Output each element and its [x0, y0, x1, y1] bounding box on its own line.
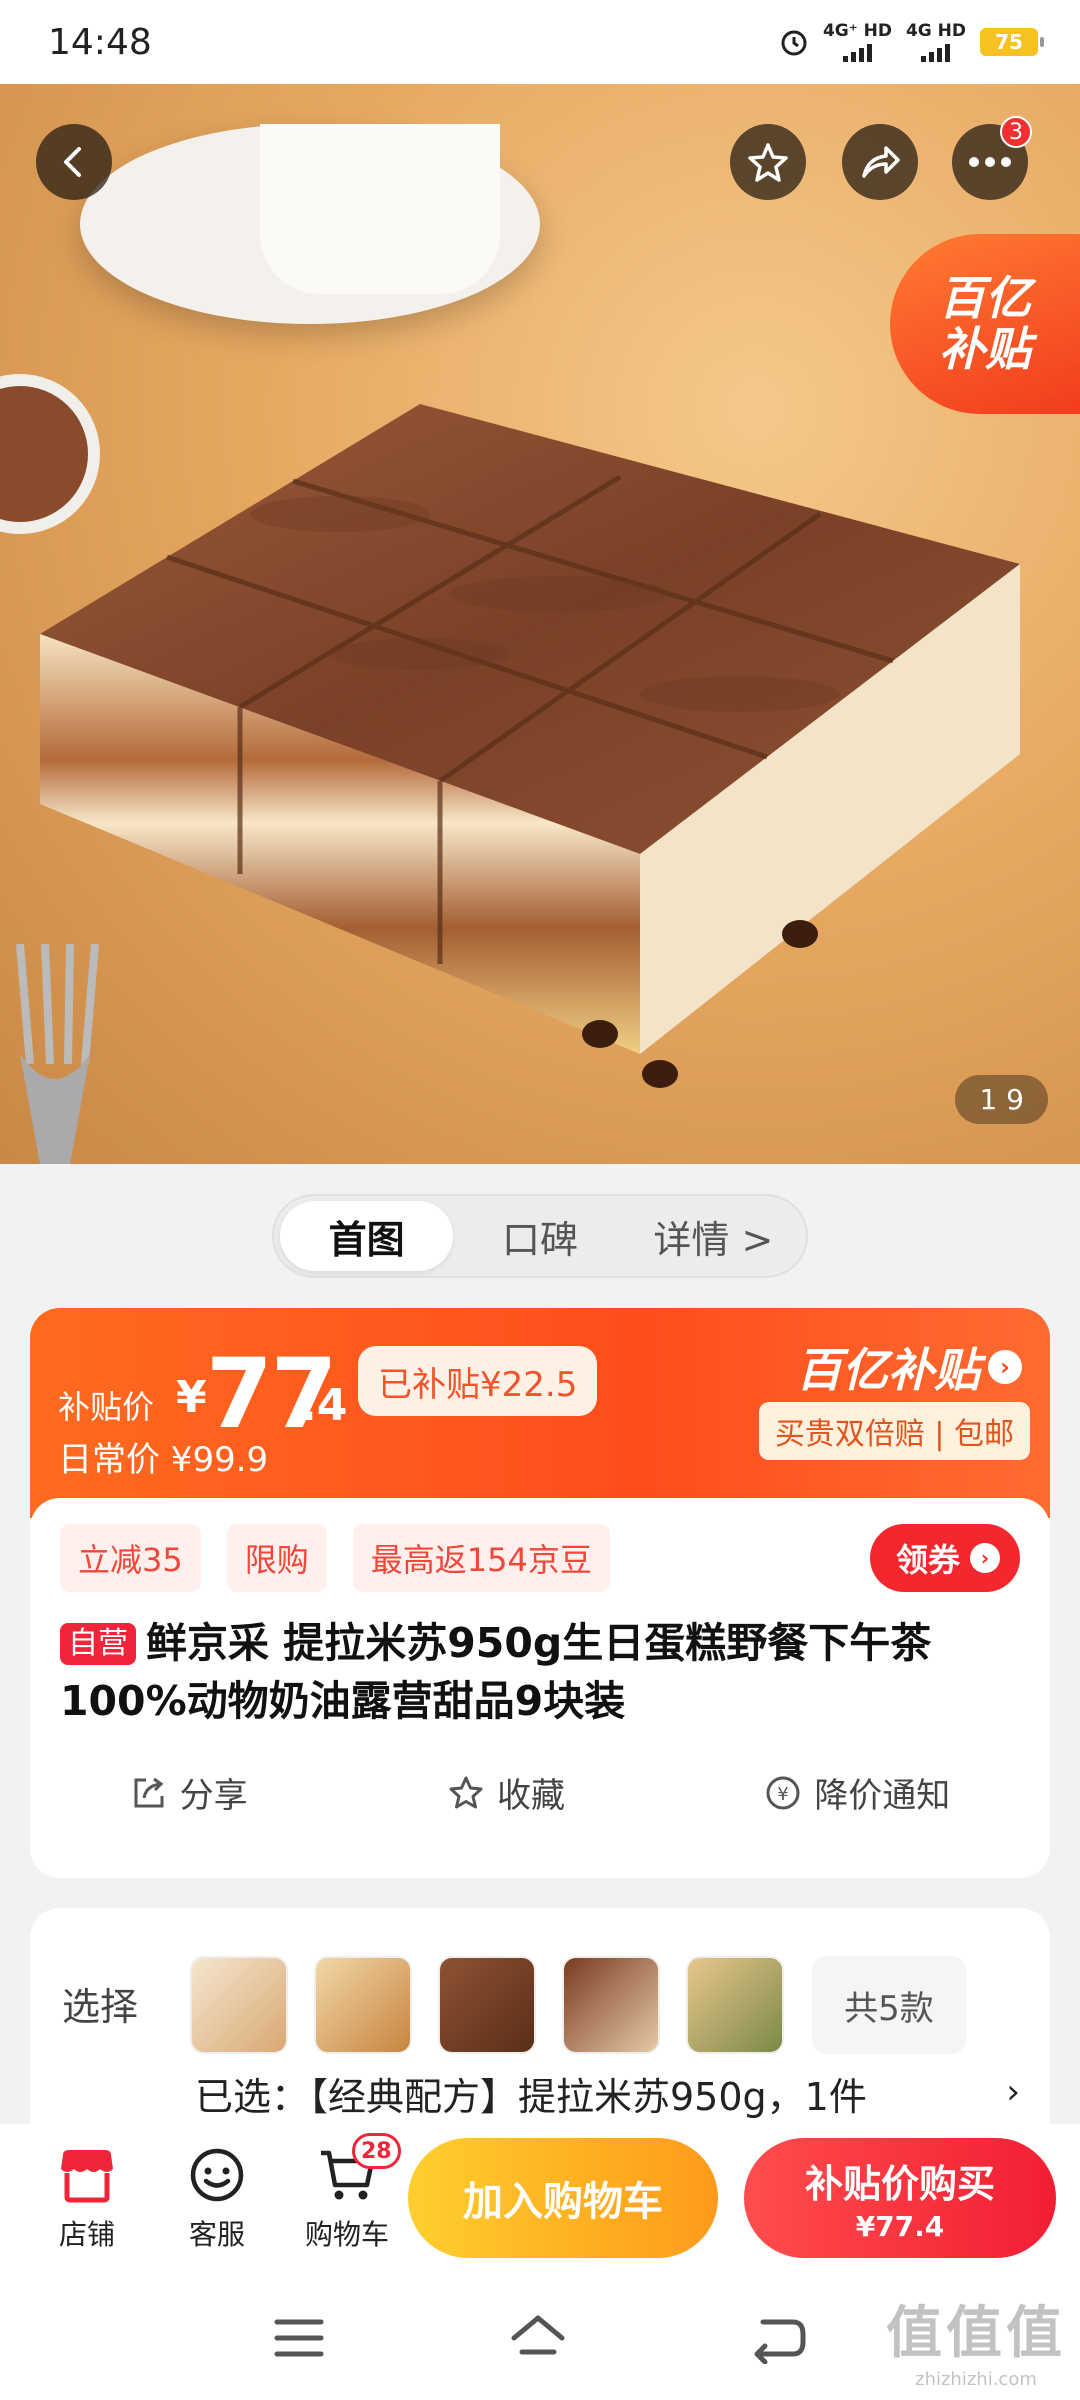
- variant-thumbnails: [190, 1956, 784, 2054]
- status-bar: 14:48 4G⁺ HD 4G HD 75: [0, 0, 1080, 84]
- back-button[interactable]: [36, 124, 112, 200]
- share-arrow-icon: [862, 146, 900, 178]
- promo-chip-limit[interactable]: 限购: [226, 1524, 327, 1592]
- variant-thumb-basque[interactable]: [686, 1956, 784, 2054]
- bottom-action-bar: 店铺 客服 28 购物车 加入购物车 补贴价购买 ¥77.4: [0, 2124, 1080, 2276]
- watermark: 值值值 zhizhizhi.com: [886, 2288, 1066, 2390]
- variant-thumb-tiramisu[interactable]: [438, 1956, 536, 2054]
- variant-thumb-tiramisu-box[interactable]: [562, 1956, 660, 2054]
- price-alert-label: 降价通知: [814, 1776, 951, 1816]
- saved-amount-badge: 已补贴¥22.5: [358, 1346, 598, 1416]
- daily-price: 日常价 ¥99.9: [58, 1440, 269, 1480]
- product-title: 自营 鲜京采 提拉米苏950g生日蛋糕野餐下午茶 100%动物奶油露营甜品9块装: [60, 1614, 1020, 1730]
- tab-reviews[interactable]: 口碑: [453, 1201, 626, 1271]
- status-time: 14:48: [48, 21, 152, 63]
- tab-main-image[interactable]: 首图: [280, 1201, 454, 1271]
- customer-service-icon: [190, 2148, 244, 2202]
- price-card: 补贴价 ¥ 77 .4 已补贴¥22.5 日常价 ¥99.9 百亿补贴 › 买贵…: [30, 1308, 1050, 1878]
- chevron-right-icon: ›: [988, 1350, 1022, 1384]
- more-badge: 3: [1000, 116, 1032, 148]
- share-action[interactable]: 分享: [130, 1768, 248, 1817]
- signal-1: 4G⁺ HD: [822, 20, 892, 62]
- saucer-decoration: [80, 124, 540, 324]
- variant-selector[interactable]: 选择 共5款 已选：【经典配方】提拉米苏950g，1件 ›: [30, 1908, 1050, 2128]
- shop-button[interactable]: 店铺: [22, 2147, 152, 2253]
- signal-bars-icon: [921, 43, 951, 62]
- favorite-action[interactable]: 收藏: [447, 1768, 565, 1817]
- subsidy-badge[interactable]: 百亿 补贴: [890, 234, 1080, 414]
- product-image-carousel[interactable]: 3 百亿 补贴 1 9: [0, 84, 1080, 1164]
- subsidy-badge-line2: 补贴: [939, 322, 1031, 376]
- network-1-label: 4G⁺ HD: [822, 20, 892, 41]
- guarantee-badge[interactable]: 买贵双倍赔 | 包邮: [758, 1402, 1030, 1460]
- service-label: 客服: [188, 2218, 245, 2251]
- share-button[interactable]: [842, 124, 918, 200]
- favorite-label: 收藏: [496, 1776, 565, 1816]
- variant-thumb-cheesecake[interactable]: [314, 1956, 412, 2054]
- coupon-label: 领券: [895, 1541, 960, 1579]
- network-2-label: 4G HD: [905, 20, 966, 41]
- share-icon: [134, 1777, 164, 1807]
- variant-thumb-roll[interactable]: [190, 1956, 288, 2054]
- section-tabs: 首图 口碑 详情 >: [272, 1194, 808, 1278]
- more-button[interactable]: 3: [952, 116, 1032, 200]
- more-dots-icon: [969, 157, 1011, 167]
- selected-variant[interactable]: 已选：【经典配方】提拉米苏950g，1件: [195, 2066, 867, 2121]
- battery-level: 75: [995, 30, 1023, 54]
- image-counter: 1 9: [955, 1075, 1048, 1124]
- chevron-left-icon: [64, 147, 81, 177]
- status-icons: 4G⁺ HD 4G HD 75: [779, 20, 1044, 62]
- price-alert-icon: ¥: [766, 1776, 800, 1809]
- chevron-right-icon: ›: [970, 1543, 1000, 1573]
- share-label: 分享: [179, 1776, 248, 1816]
- buy-label: 补贴价购买: [804, 2162, 995, 2206]
- get-coupon-button[interactable]: 领券 ›: [869, 1524, 1020, 1592]
- favorite-button[interactable]: [730, 124, 806, 200]
- battery-icon: 75: [980, 28, 1044, 56]
- subsidy-price-banner[interactable]: 补贴价 ¥ 77 .4 已补贴¥22.5 日常价 ¥99.9 百亿补贴 › 买贵…: [30, 1308, 1050, 1518]
- select-label: 选择: [62, 1985, 139, 2029]
- variant-count[interactable]: 共5款: [812, 1956, 966, 2054]
- chevron-right-icon: ›: [1006, 2072, 1020, 2112]
- alarm-icon: [781, 30, 807, 56]
- customer-service-button[interactable]: 客服: [152, 2147, 282, 2253]
- signal-2: 4G HD: [905, 20, 966, 62]
- fork-decoration: [16, 944, 99, 1164]
- star-icon: [748, 143, 788, 182]
- product-title-text: 鲜京采 提拉米苏950g生日蛋糕野餐下午茶 100%动物奶油露营甜品9块装: [60, 1619, 932, 1725]
- promo-chip-beans[interactable]: 最高返154京豆: [352, 1524, 610, 1592]
- price-alert-action[interactable]: ¥ 降价通知: [764, 1768, 950, 1817]
- cart-label: 购物车: [304, 2218, 389, 2251]
- watermark-main: 值值值: [886, 2301, 1066, 2366]
- watermark-url: zhizhizhi.com: [915, 2369, 1037, 2390]
- self-operated-tag: 自营: [60, 1623, 136, 1665]
- menu-icon[interactable]: [271, 2314, 327, 2362]
- price-decimal: .4: [300, 1380, 348, 1431]
- currency-symbol: ¥: [176, 1372, 207, 1423]
- add-to-cart-button[interactable]: 加入购物车: [408, 2138, 718, 2258]
- system-nav-bar: 值值值 zhizhizhi.com: [0, 2276, 1080, 2400]
- shop-label: 店铺: [58, 2218, 115, 2251]
- svg-text:¥: ¥: [778, 1784, 789, 1805]
- buy-price: ¥77.4: [855, 2210, 945, 2243]
- shop-icon: [61, 2150, 113, 2203]
- subsidy-badge-line1: 百亿: [939, 271, 1031, 326]
- subsidy-program-logo[interactable]: 百亿补贴 ›: [796, 1334, 1022, 1400]
- product-info: 立减35 限购 最高返154京豆 领券 › 自营 鲜京采 提拉米苏950g生日蛋糕…: [30, 1498, 1050, 1878]
- signal-bars-icon: [842, 43, 872, 62]
- buy-now-button[interactable]: 补贴价购买 ¥77.4: [744, 2138, 1056, 2258]
- tab-details[interactable]: 详情 >: [627, 1201, 800, 1271]
- cart-button[interactable]: 28 购物车: [282, 2133, 412, 2253]
- star-outline-icon: [449, 1776, 483, 1808]
- subsidy-program-name: 百亿补贴: [796, 1343, 980, 1397]
- product-actions: 分享 收藏 ¥ 降价通知: [30, 1768, 1050, 1817]
- tiramisu-image: [40, 404, 1020, 1088]
- back-nav-icon[interactable]: [749, 2312, 809, 2364]
- cart-count-badge: 28: [352, 2133, 401, 2169]
- subsidy-price-label: 补贴价: [58, 1388, 155, 1426]
- promo-chip-discount[interactable]: 立减35: [60, 1524, 201, 1592]
- home-icon[interactable]: [508, 2312, 568, 2364]
